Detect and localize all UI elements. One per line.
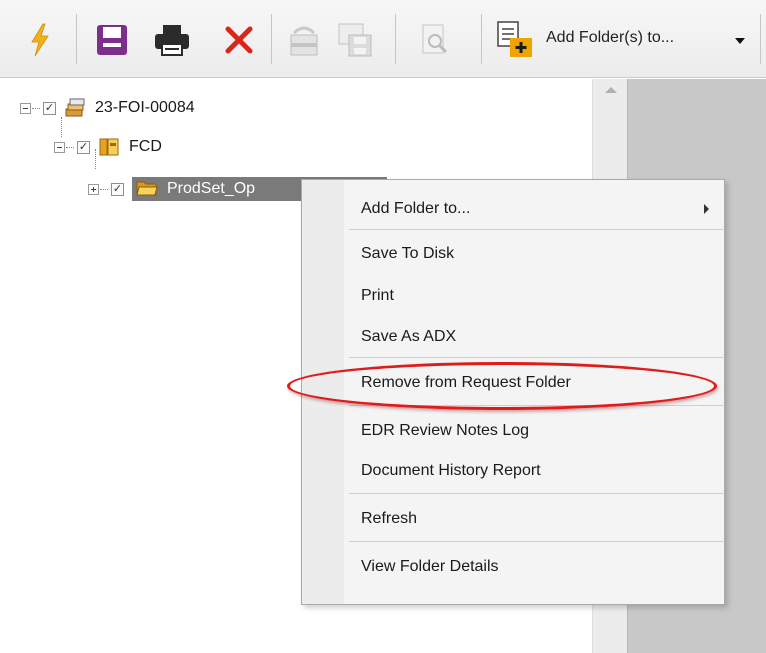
save-icon[interactable] [94, 20, 130, 60]
menu-item-label: Document History Report [361, 462, 541, 479]
remove-folder-icon [287, 20, 321, 60]
menu-item-view-folder-details[interactable]: View Folder Details [347, 550, 723, 584]
folder-icon [136, 179, 158, 199]
menu-item-label: Add Folder to... [361, 200, 471, 217]
tree-connector [66, 146, 74, 148]
node-checkbox[interactable]: ✓ [77, 140, 90, 154]
tree-connector [32, 107, 40, 109]
menu-item-remove-from-request-folder[interactable]: Remove from Request Folder [347, 366, 723, 400]
menu-item-label: Save As ADX [361, 328, 457, 345]
tree-connector [61, 117, 62, 137]
delete-icon[interactable] [222, 20, 256, 60]
save-disk-icon [335, 20, 375, 60]
menu-item-label: Print [361, 287, 394, 304]
request-stack-icon [64, 98, 86, 118]
menu-item-label: Save To Disk [361, 245, 455, 262]
context-menu: Add Folder to... Save To Disk Print Save… [301, 179, 725, 605]
menu-separator [349, 229, 723, 230]
toolbar: Add Folder(s) to... [0, 0, 766, 78]
search-document-icon [418, 20, 452, 60]
lightning-icon[interactable] [26, 20, 54, 60]
node-checkbox[interactable]: ✓ [111, 182, 124, 196]
menu-item-label: View Folder Details [361, 558, 499, 575]
toolbar-separator [481, 14, 482, 64]
add-folder-label[interactable]: Add Folder(s) to... [546, 29, 674, 47]
folder-group-icon [98, 137, 120, 157]
menu-item-save-as-adx[interactable]: Save As ADX [347, 320, 723, 354]
toolbar-separator [760, 14, 761, 64]
tree-node-root[interactable]: ✓ 23-FOI-00084 [20, 96, 195, 120]
menu-icon-gutter [302, 180, 344, 604]
menu-separator [349, 493, 723, 494]
menu-separator [349, 405, 723, 406]
menu-item-document-history-report[interactable]: Document History Report [347, 454, 723, 488]
menu-item-label: Remove from Request Folder [361, 374, 571, 391]
toolbar-separator [271, 14, 272, 64]
node-label: ProdSet_Op [167, 180, 256, 197]
toolbar-separator [76, 14, 77, 64]
menu-item-label: Refresh [361, 510, 418, 527]
dropdown-arrow-icon[interactable] [734, 33, 746, 51]
menu-item-label: EDR Review Notes Log [361, 422, 530, 439]
menu-separator [349, 541, 723, 542]
tree-node-fcd[interactable]: ✓ FCD [54, 135, 162, 159]
menu-item-save-to-disk[interactable]: Save To Disk [347, 237, 723, 271]
collapse-toggle-icon[interactable] [20, 102, 31, 114]
toolbar-separator [395, 14, 396, 64]
node-checkbox[interactable]: ✓ [43, 101, 56, 115]
menu-item-add-folder-to[interactable]: Add Folder to... [347, 192, 723, 226]
node-label: 23-FOI-00084 [95, 99, 195, 116]
tree-connector [100, 188, 108, 190]
node-label: FCD [129, 138, 162, 155]
menu-item-edr-review-notes-log[interactable]: EDR Review Notes Log [347, 414, 723, 448]
collapse-toggle-icon[interactable] [54, 141, 65, 153]
print-icon[interactable] [152, 20, 192, 60]
add-folder-icon[interactable] [492, 20, 542, 60]
scroll-up-icon[interactable] [605, 87, 617, 93]
menu-item-refresh[interactable]: Refresh [347, 502, 723, 536]
menu-separator [349, 357, 723, 358]
expand-toggle-icon[interactable] [88, 183, 99, 195]
menu-item-print[interactable]: Print [347, 279, 723, 313]
submenu-arrow-icon [704, 204, 709, 214]
